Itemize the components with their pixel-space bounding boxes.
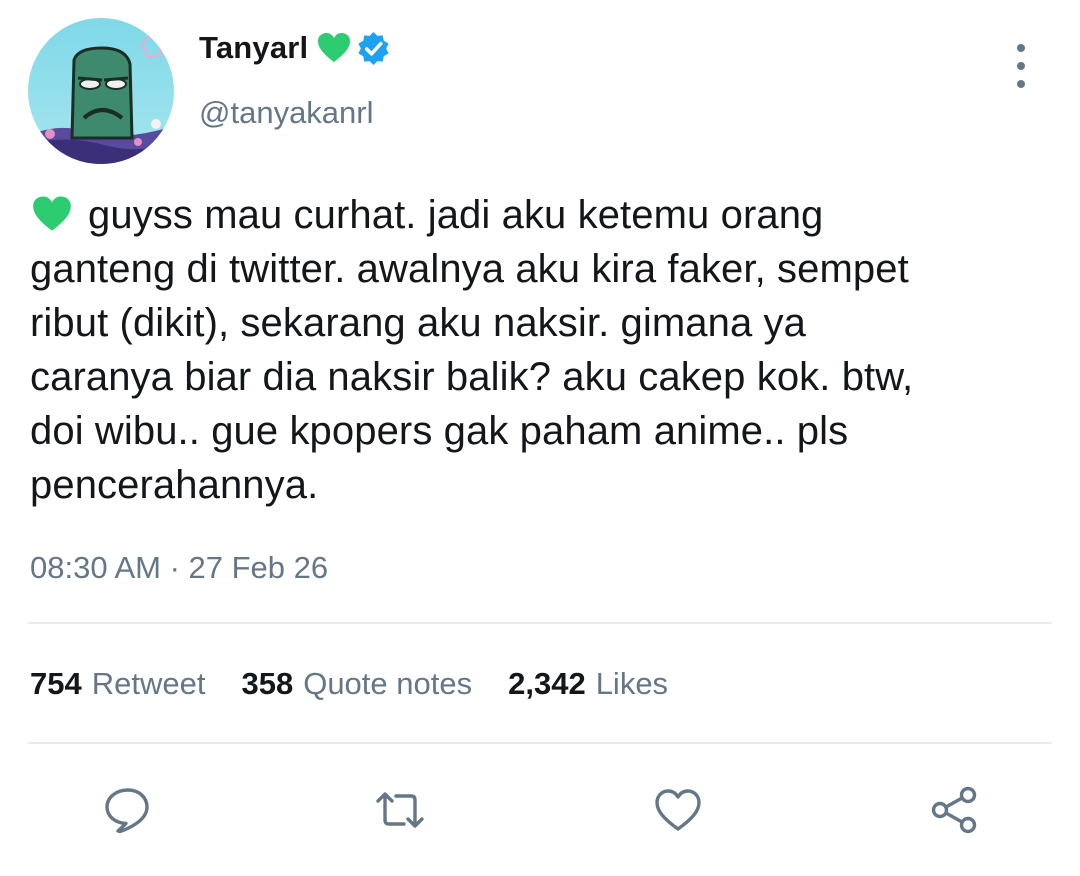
reply-button[interactable]: [98, 780, 158, 840]
like-icon: [655, 789, 701, 831]
retweet-count-stat[interactable]: 754 Retweet: [30, 666, 205, 702]
more-dot-icon: [1017, 62, 1025, 70]
share-icon: [931, 786, 977, 834]
tweet-text-line: guyss mau curhat. jadi aku ketemu orang: [30, 188, 1040, 242]
tweet-text-line: pencerahannya.: [30, 463, 319, 507]
retweet-icon: [376, 792, 424, 828]
stat-label: Retweet: [91, 666, 206, 701]
green-heart-icon: [316, 30, 352, 66]
tweet-timestamp[interactable]: 08:30 AM · 27 Feb 26: [30, 550, 328, 586]
more-dot-icon: [1017, 44, 1025, 52]
tweet-text-line: ribut (dikit), sekarang aku naksir. gima…: [30, 301, 806, 345]
tweet-text-line: doi wibu.. gue kpopers gak paham anime..…: [30, 409, 849, 453]
retweet-button[interactable]: [370, 780, 430, 840]
avatar-image: [28, 18, 174, 164]
stat-count: 2,342: [508, 666, 586, 701]
tweet-detail: Tanyarl @tanyakanrl guyss mau curhat. ja…: [0, 0, 1080, 876]
divider: [28, 622, 1052, 624]
tweet-text-line: caranya biar dia naksir balik? aku cakep…: [30, 355, 914, 399]
author-name-row: Tanyarl: [199, 30, 391, 66]
reply-icon: [105, 788, 149, 834]
display-name[interactable]: Tanyarl: [199, 30, 308, 66]
tweet-actions-bar: [0, 780, 1080, 840]
stat-label: Quote notes: [303, 666, 473, 701]
share-button[interactable]: [924, 780, 984, 840]
likes-count-stat[interactable]: 2,342 Likes: [508, 666, 668, 702]
stat-label: Likes: [595, 666, 669, 701]
avatar[interactable]: [28, 18, 174, 164]
tweet-text-line: ganteng di twitter. awalnya aku kira fak…: [30, 247, 909, 291]
handle[interactable]: @tanyakanrl: [199, 95, 374, 131]
divider: [28, 742, 1052, 744]
stat-count: 358: [241, 666, 294, 701]
quote-count-stat[interactable]: 358 Quote notes: [241, 666, 472, 702]
tweet-text-line-content: guyss mau curhat. jadi aku ketemu orang: [88, 193, 824, 237]
tweet-text: guyss mau curhat. jadi aku ketemu orang …: [30, 188, 1040, 512]
engagement-stats: 754 Retweet 358 Quote notes 2,342 Likes: [30, 666, 704, 702]
verified-badge-icon: [356, 31, 391, 66]
more-dot-icon: [1017, 80, 1025, 88]
more-options-button[interactable]: [1006, 44, 1036, 88]
like-button[interactable]: [648, 780, 708, 840]
green-heart-icon: [30, 193, 74, 233]
stat-count: 754: [30, 666, 82, 701]
